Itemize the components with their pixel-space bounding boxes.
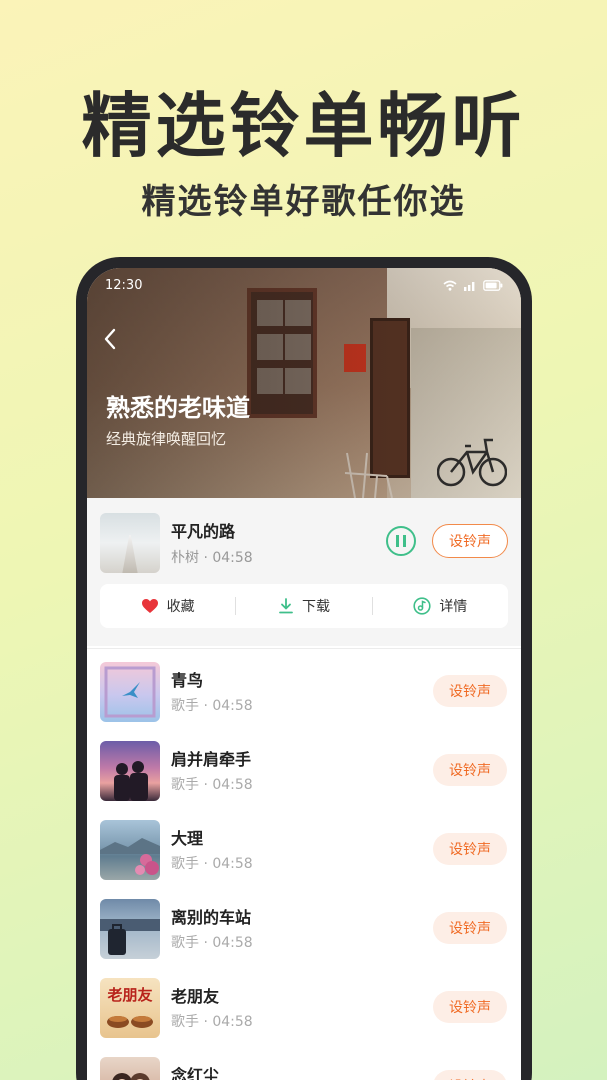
list-item[interactable]: 念红尘 设铃声 bbox=[87, 1048, 521, 1080]
couple-portrait-image bbox=[112, 1073, 150, 1080]
song-title: 青鸟 bbox=[171, 671, 204, 690]
song-list: 青鸟 歌手 · 04:58 设铃声 肩并肩牵手 歌手 · 04:58 设铃声 大… bbox=[87, 653, 521, 1080]
phone-screen: 12:30 熟悉的老味道 经典旋律唤醒回忆 平凡的路 朴树 · 04:58 设铃… bbox=[87, 268, 521, 1080]
promo-subline: 精选铃单好歌任你选 bbox=[141, 182, 466, 222]
set-ringtone-button[interactable]: 设铃声 bbox=[433, 833, 507, 865]
favorite-button[interactable]: 收藏 bbox=[100, 596, 235, 616]
pause-button[interactable] bbox=[386, 526, 416, 556]
song-cover-bird bbox=[100, 662, 160, 722]
song-cover-red-dust bbox=[100, 1057, 160, 1080]
promo-headline: 精选铃单畅听 bbox=[81, 85, 526, 167]
now-playing-title: 平凡的路 bbox=[171, 522, 236, 541]
bird-image bbox=[104, 666, 156, 718]
song-title: 肩并肩牵手 bbox=[171, 750, 252, 769]
song-meta: 歌手 · 04:58 bbox=[171, 1014, 253, 1030]
download-label: 下载 bbox=[301, 599, 330, 615]
download-button[interactable]: 下载 bbox=[236, 596, 371, 616]
signal-icon bbox=[464, 282, 475, 291]
chevron-left-icon bbox=[104, 328, 116, 350]
song-title: 老朋友 bbox=[171, 987, 220, 1006]
song-title: 大理 bbox=[171, 829, 204, 848]
song-meta: 歌手 · 04:58 bbox=[171, 698, 253, 714]
playlist-hero: 12:30 熟悉的老味道 经典旋律唤醒回忆 bbox=[87, 268, 521, 503]
favorite-label: 收藏 bbox=[166, 599, 195, 615]
list-item[interactable]: 青鸟 歌手 · 04:58 设铃声 bbox=[87, 653, 521, 732]
set-ringtone-button[interactable]: 设铃声 bbox=[433, 991, 507, 1023]
detail-button[interactable]: 详情 bbox=[373, 596, 508, 616]
back-button[interactable] bbox=[103, 328, 125, 354]
song-title: 念红尘 bbox=[171, 1066, 220, 1080]
now-playing-cover bbox=[100, 513, 160, 573]
battery-icon bbox=[483, 280, 503, 291]
playlist-title: 熟悉的老味道 bbox=[106, 394, 250, 422]
song-title: 离别的车站 bbox=[171, 908, 252, 927]
song-meta: 歌手 · 04:58 bbox=[171, 935, 253, 951]
song-meta: 歌手 · 04:58 bbox=[171, 856, 253, 872]
now-playing-meta: 朴树 · 04:58 bbox=[171, 550, 253, 566]
set-ringtone-button[interactable]: 设铃声 bbox=[433, 754, 507, 786]
suitcase-image bbox=[100, 919, 160, 955]
song-meta: 歌手 · 04:58 bbox=[171, 777, 253, 793]
list-item[interactable]: 老朋友 老朋友 歌手 · 04:58 设铃声 bbox=[87, 969, 521, 1048]
wifi-icon bbox=[443, 280, 457, 291]
couple-silhouette-image bbox=[114, 761, 148, 801]
status-bar: 12:30 bbox=[87, 278, 521, 298]
list-item[interactable]: 大理 歌手 · 04:58 设铃声 bbox=[87, 811, 521, 890]
song-cover-station bbox=[100, 899, 160, 959]
action-bar: 收藏 下载 详情 bbox=[100, 584, 508, 628]
set-ringtone-button[interactable]: 设铃声 bbox=[433, 675, 507, 707]
set-ringtone-button[interactable]: 设铃声 bbox=[433, 912, 507, 944]
phone-frame: 12:30 熟悉的老味道 经典旋律唤醒回忆 平凡的路 朴树 · 04:58 设铃… bbox=[76, 257, 532, 1080]
pause-icon bbox=[396, 535, 399, 547]
list-item[interactable]: 离别的车站 歌手 · 04:58 设铃声 bbox=[87, 890, 521, 969]
set-ringtone-button[interactable]: 设铃声 bbox=[433, 1070, 507, 1080]
detail-label: 详情 bbox=[439, 599, 468, 615]
heart-icon bbox=[141, 599, 158, 613]
status-time: 12:30 bbox=[105, 278, 143, 293]
download-icon bbox=[279, 598, 293, 614]
list-item[interactable]: 肩并肩牵手 歌手 · 04:58 设铃声 bbox=[87, 732, 521, 811]
song-cover-old-friend: 老朋友 bbox=[100, 978, 160, 1038]
music-disc-icon bbox=[413, 597, 431, 615]
song-cover-couple bbox=[100, 741, 160, 801]
lake-flowers-image bbox=[100, 838, 160, 875]
playlist-subtitle: 经典旋律唤醒回忆 bbox=[106, 430, 227, 448]
song-cover-lake bbox=[100, 820, 160, 880]
tea-cups-image: 老朋友 bbox=[106, 986, 153, 1028]
now-playing-card: 平凡的路 朴树 · 04:58 设铃声 收藏 下载 详情 bbox=[87, 498, 521, 646]
set-ringtone-button-current[interactable]: 设铃声 bbox=[432, 524, 508, 558]
cover-text: 老朋友 bbox=[106, 986, 152, 1004]
